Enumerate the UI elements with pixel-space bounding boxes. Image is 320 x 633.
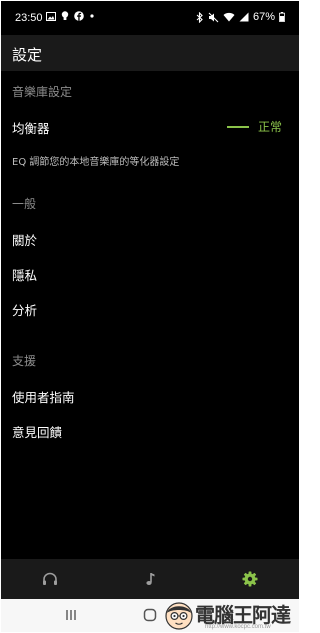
nav-music-button[interactable] (138, 567, 162, 591)
notification-icons (46, 11, 95, 21)
gear-icon (238, 567, 262, 591)
recent-apps-button[interactable] (64, 607, 78, 626)
system-status-icons: 67% (196, 11, 285, 23)
screen: 23:50 67% 設定 音樂庫設定 均衡器 正常 EQ 調節您的本地音樂庫的等… (1, 1, 299, 632)
battery-percent: 67% (252, 11, 275, 23)
section-header-support: 支援 (12, 354, 37, 368)
equalizer-description: EQ 調節您的本地音樂庫的等化器設定 (12, 157, 180, 168)
bluetooth-icon (196, 11, 204, 23)
home-icon (142, 607, 158, 623)
settings-item-analytics[interactable]: 分析 (1, 293, 299, 323)
mute-icon (208, 12, 219, 23)
dot-icon (89, 13, 95, 19)
analytics-label: 分析 (12, 303, 38, 318)
signal-icon (239, 12, 249, 22)
bottom-navigation (1, 559, 299, 599)
watermark: 電腦王阿達 http://www.kocpc.com.tw (161, 597, 299, 632)
bulb-icon (61, 11, 69, 21)
page-title: 設定 (12, 46, 43, 64)
feedback-label: 意見回饋 (12, 425, 63, 440)
equalizer-value: 正常 (257, 120, 282, 134)
nav-settings-button[interactable] (238, 567, 262, 591)
image-icon (46, 11, 56, 21)
mascot-logo-icon (163, 599, 195, 631)
headphones-icon (38, 567, 62, 591)
recent-apps-icon (64, 608, 78, 622)
home-button[interactable] (142, 607, 158, 627)
equalizer-row[interactable]: 均衡器 正常 (1, 111, 299, 141)
status-bar: 23:50 67% (1, 1, 299, 35)
settings-item-user-guide[interactable]: 使用者指南 (1, 380, 299, 410)
watermark-url: http://www.kocpc.com.tw (205, 624, 271, 630)
wifi-icon (223, 12, 235, 22)
settings-item-privacy[interactable]: 隱私 (1, 258, 299, 288)
about-label: 關於 (12, 233, 38, 248)
equalizer-line-icon (227, 126, 249, 128)
user-guide-label: 使用者指南 (12, 390, 75, 405)
battery-icon (279, 12, 285, 22)
status-time: 23:50 (15, 12, 43, 24)
settings-item-feedback[interactable]: 意見回饋 (1, 415, 299, 445)
nav-headphones-button[interactable] (38, 567, 62, 591)
app-bar: 設定 (1, 35, 299, 71)
privacy-label: 隱私 (12, 268, 38, 283)
settings-item-about[interactable]: 關於 (1, 223, 299, 253)
section-header-general: 一般 (12, 197, 37, 211)
music-note-icon (138, 567, 162, 591)
facebook-icon (74, 11, 84, 21)
section-header-library: 音樂庫設定 (12, 85, 73, 99)
equalizer-label: 均衡器 (12, 121, 50, 136)
